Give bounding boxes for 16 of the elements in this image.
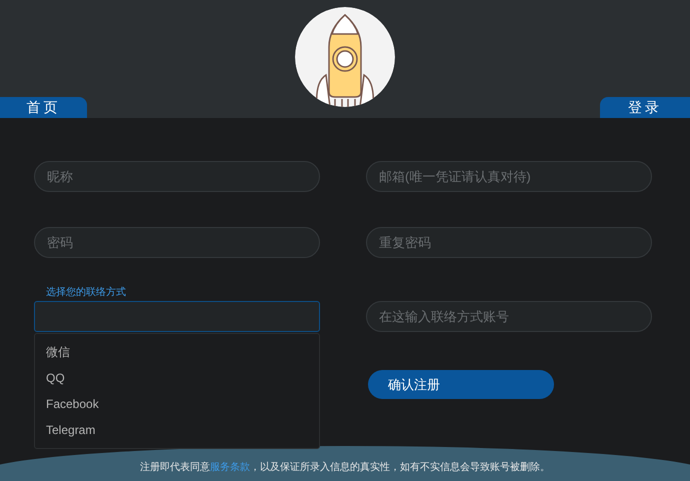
dropdown-option[interactable]: QQ — [35, 365, 319, 391]
password-field[interactable]: 密码 — [34, 227, 320, 258]
home-tab[interactable]: 首页 — [0, 97, 87, 118]
email-field[interactable]: 邮箱(唯一凭证请认真对待) — [366, 161, 652, 192]
dropdown-option[interactable]: Facebook — [35, 391, 319, 417]
contact-method-select[interactable] — [34, 301, 320, 332]
dropdown-option[interactable]: Telegram — [35, 417, 319, 443]
register-button[interactable]: 确认注册 — [368, 370, 554, 399]
terms-notice: 注册即代表同意服务条款，以及保证所录入信息的真实性，如有不实信息会导致账号被删除。 — [140, 460, 550, 475]
login-tab[interactable]: 登录 — [600, 97, 690, 118]
rocket-logo-icon — [295, 7, 395, 107]
repeat-password-field[interactable]: 重复密码 — [366, 227, 652, 258]
nickname-field[interactable]: 昵称 — [34, 161, 320, 192]
contact-account-field[interactable]: 在这输入联络方式账号 — [366, 301, 652, 332]
contact-method-label: 选择您的联络方式 — [46, 286, 127, 300]
dropdown-option[interactable]: 微信 — [35, 339, 319, 365]
